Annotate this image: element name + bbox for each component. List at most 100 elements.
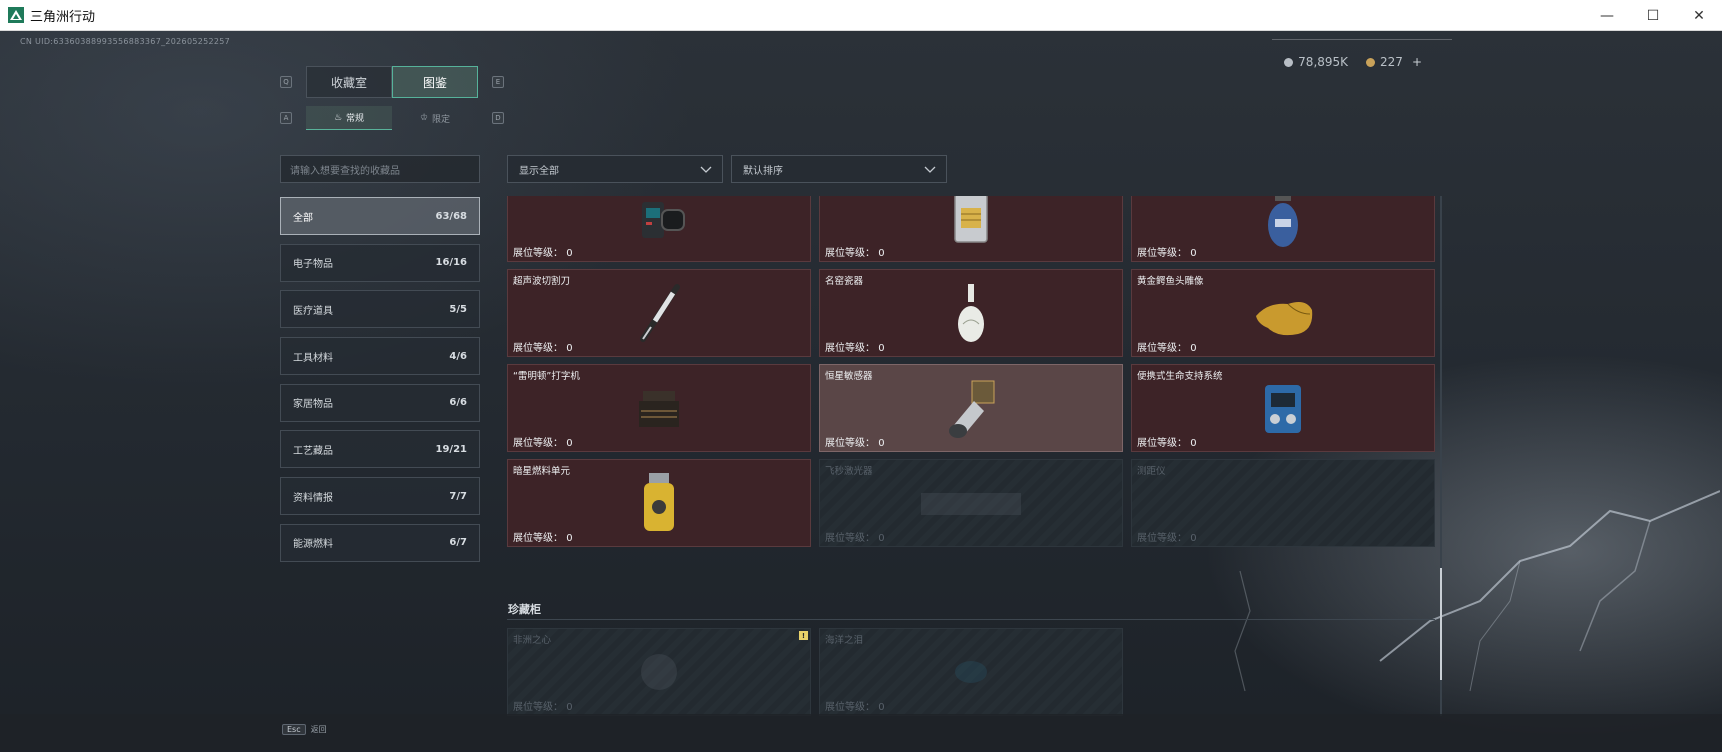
level-value: 0 (1190, 533, 1197, 544)
level-value: 0 (878, 248, 885, 259)
subtab-regular-label: 常规 (346, 114, 365, 124)
category-medical[interactable]: 医疗道具 5/5 (280, 290, 480, 329)
item-name: 恒星敏感器 (825, 371, 873, 382)
collection-item-card[interactable]: 超声波切割刀 展位等级： 0 (507, 269, 811, 357)
chevron-down-icon (700, 166, 712, 173)
item-name: 飞秒激光器 (825, 466, 873, 477)
category-intel[interactable]: 资料情报 7/7 (280, 477, 480, 516)
back-label: 返回 (310, 725, 327, 734)
level-label: 展位等级： (825, 343, 875, 354)
subtab-limited-label: 限定 (432, 114, 451, 125)
display-level: 展位等级： 0 (1137, 244, 1197, 259)
collection-item-card[interactable]: 暗星燃料单元 展位等级： 0 (507, 459, 811, 547)
category-electronics[interactable]: 电子物品 16/16 (280, 243, 480, 282)
collection-item-card[interactable]: 展位等级： 0 (819, 196, 1123, 262)
gold-crocodile-icon (1256, 302, 1313, 336)
category-all[interactable]: 全部 63/68 (280, 197, 480, 235)
tab-right-key-hint: E (492, 76, 504, 88)
category-count: 19/21 (435, 443, 467, 455)
collection-item-card[interactable]: 展位等级： 0 (507, 196, 811, 262)
treasure-cabinet-heading: 珍藏柜 (508, 603, 541, 616)
minimize-button[interactable]: — (1584, 0, 1630, 31)
category-fuel[interactable]: 能源燃料 6/7 (280, 523, 480, 562)
bottom-bar: Esc 返回 (0, 714, 1722, 752)
life-support-icon (1265, 385, 1301, 433)
category-list: 全部 63/68 电子物品 16/16 医疗道具 5/5 工具材料 4/6 家居… (280, 197, 480, 571)
gold-currency: 227 + (1366, 55, 1422, 69)
category-household[interactable]: 家居物品 6/6 (280, 383, 480, 422)
level-value: 0 (566, 533, 573, 544)
maximize-button[interactable]: ☐ (1630, 0, 1676, 31)
grid-scrollbar[interactable] (1440, 196, 1442, 716)
subtab-regular[interactable]: ♨ 常规 (306, 106, 392, 130)
category-count: 6/7 (449, 537, 467, 549)
silver-currency: 78,895K (1284, 55, 1348, 69)
category-tools[interactable]: 工具材料 4/6 (280, 337, 480, 376)
collection-grid: 展位等级： 0 展位等级： 0 展位等级： 0 超声波切割刀 展位等级： 0 名… (507, 196, 1435, 716)
category-label: 工具材料 (293, 352, 333, 364)
level-label: 展位等级： (513, 248, 563, 259)
item-name: 海洋之泪 (825, 635, 864, 646)
item-name: 测距仪 (1137, 466, 1166, 477)
esc-key-hint: Esc (282, 724, 306, 735)
display-level: 展位等级： 0 (825, 244, 885, 259)
display-level: 展位等级： 0 (825, 698, 885, 713)
close-button[interactable]: ✕ (1676, 0, 1722, 31)
cutting-knife-icon (640, 284, 680, 342)
sort-dropdown[interactable]: 默认排序 (731, 155, 947, 183)
collection-search-input[interactable]: 请输入想要查找的收藏品 (280, 155, 480, 183)
diamond-icon (641, 654, 677, 690)
notice-badge: ! (799, 631, 808, 640)
level-value: 0 (566, 343, 573, 354)
treasure-item-card[interactable]: 非洲之心 ! 展位等级： 0 (507, 628, 811, 716)
treasure-item-card[interactable]: 海洋之泪 展位等级： 0 (819, 628, 1123, 716)
display-level: 展位等级： 0 (1137, 434, 1197, 449)
item-name: 非洲之心 (513, 635, 552, 646)
display-level: 展位等级： 0 (1137, 529, 1197, 544)
item-name: 黄金鳄鱼头雕像 (1137, 276, 1204, 287)
display-level: 展位等级： 0 (513, 339, 573, 354)
flame-icon: ♨ (333, 112, 343, 123)
collection-item-card[interactable]: “雷明顿”打字机 展位等级： 0 (507, 364, 811, 452)
level-label: 展位等级： (513, 343, 563, 354)
level-label: 展位等级： (1137, 248, 1187, 259)
gold-currency-value: 227 (1380, 55, 1403, 69)
category-count: 16/16 (435, 257, 467, 269)
level-label: 展位等级： (825, 248, 875, 259)
sort-value: 默认排序 (743, 165, 783, 177)
add-currency-button[interactable]: + (1412, 55, 1422, 69)
collection-item-card[interactable]: 名窑瓷器 展位等级： 0 (819, 269, 1123, 357)
collection-item-card[interactable]: 展位等级： 0 (1131, 196, 1435, 262)
porcelain-vase-icon (958, 284, 984, 342)
app-logo-icon (8, 7, 24, 23)
level-label: 展位等级： (513, 438, 563, 449)
category-label: 医疗道具 (293, 305, 333, 317)
level-label: 展位等级： (513, 702, 563, 713)
collection-item-card[interactable]: 测距仪 展位等级： 0 (1131, 459, 1435, 547)
collection-item-card[interactable]: 恒星敏感器 展位等级： 0 (819, 364, 1123, 452)
scrollbar-thumb[interactable] (1440, 568, 1442, 680)
tab-left-key-hint: Q (280, 76, 292, 88)
game-scene: CN UID:63360388993556883367_202605252257… (0, 31, 1722, 752)
collection-item-card[interactable]: 便携式生命支持系统 展位等级： 0 (1131, 364, 1435, 452)
level-value: 0 (878, 343, 885, 354)
subtab-limited[interactable]: ♔ 限定 (392, 106, 478, 130)
gem-icon (955, 661, 987, 683)
category-count: 7/7 (449, 490, 467, 502)
silver-coin-icon (1284, 57, 1294, 67)
category-label: 电子物品 (293, 259, 333, 271)
level-value: 0 (878, 533, 885, 544)
tab-catalog[interactable]: 图鉴 (392, 66, 478, 98)
category-crafts[interactable]: 工艺藏品 19/21 (280, 430, 480, 469)
category-label: 全部 (293, 212, 313, 224)
tab-collection-room[interactable]: 收藏室 (306, 66, 392, 98)
display-level: 展位等级： 0 (825, 529, 885, 544)
collection-item-card[interactable]: 飞秒激光器 展位等级： 0 (819, 459, 1123, 547)
subtab-left-key-hint: A (280, 112, 292, 124)
display-filter-dropdown[interactable]: 显示全部 (507, 155, 723, 183)
level-label: 展位等级： (1137, 343, 1187, 354)
collection-item-card[interactable]: 黄金鳄鱼头雕像 展位等级： 0 (1131, 269, 1435, 357)
item-name: 名窑瓷器 (825, 276, 864, 287)
back-button[interactable]: Esc 返回 (282, 724, 327, 735)
category-label: 工艺藏品 (293, 445, 333, 457)
